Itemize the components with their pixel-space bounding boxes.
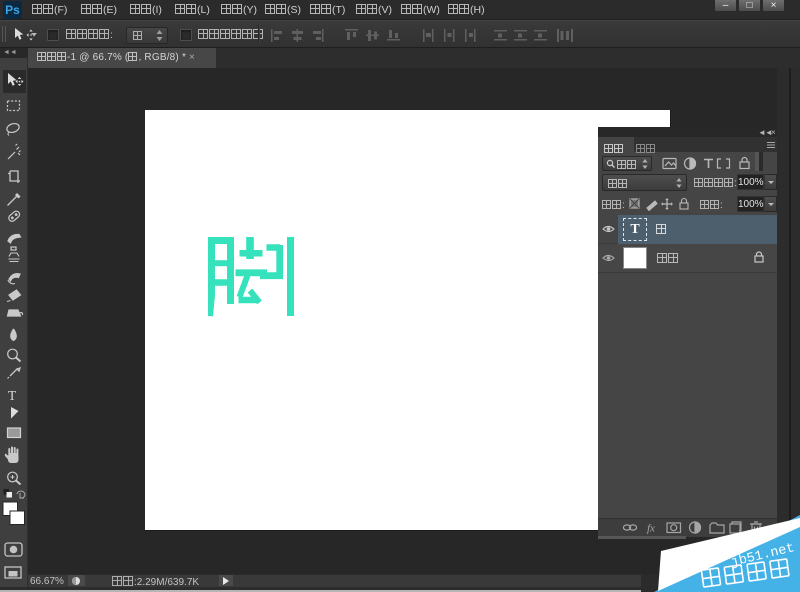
svg-text:T: T — [8, 388, 17, 403]
